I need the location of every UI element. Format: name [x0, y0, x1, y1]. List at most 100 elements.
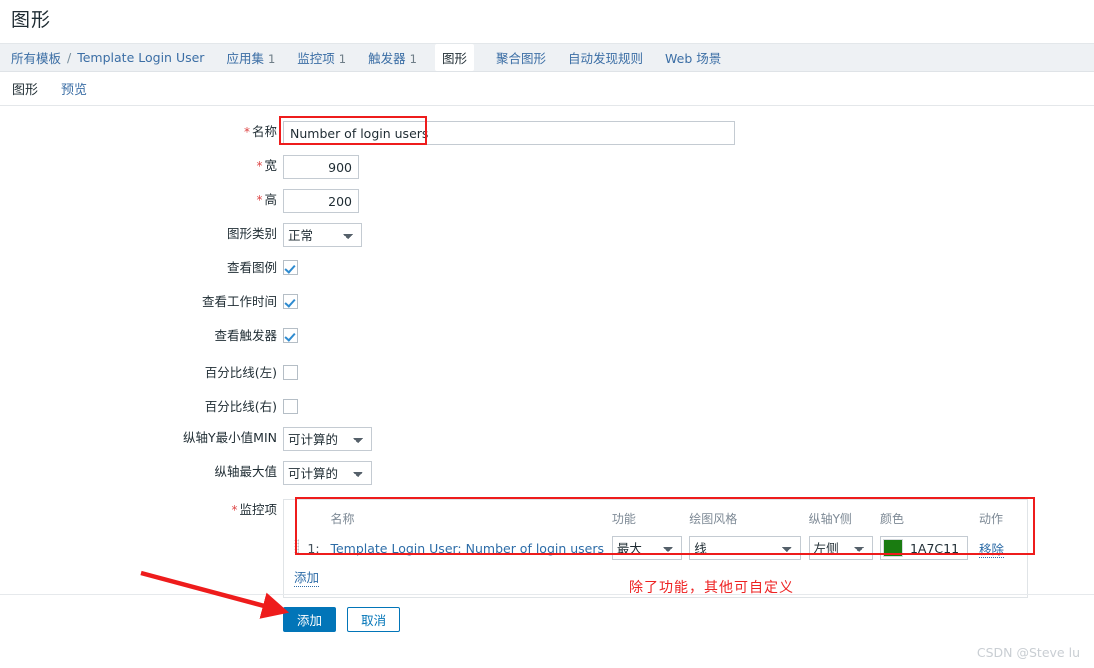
show-legend-checkbox[interactable]	[283, 260, 298, 275]
form-row-y-min: 纵轴Y最小值MIN 可计算的	[0, 427, 1060, 451]
item-name-link[interactable]: Template Login User: Number of login use…	[330, 541, 604, 556]
add-item-link[interactable]: 添加	[294, 567, 320, 587]
control-percentile-right	[283, 396, 298, 414]
form-footer: 添加 取消	[283, 607, 401, 632]
control-show-triggers	[283, 325, 298, 343]
col-draw-style: 绘图风格	[689, 512, 738, 526]
form-row-show-legend: 查看图例	[0, 257, 1060, 279]
nav-item-label: 自动发现规则	[568, 51, 644, 66]
graph-type-select[interactable]: 正常	[283, 223, 362, 247]
annotation-note: 除了功能，其他可自定义	[629, 580, 794, 596]
subtab-bar: 图形 预览	[0, 73, 1094, 109]
breadcrumb-navbar: 所有模板 / Template Login User 应用集 1 监控项 1 触…	[0, 43, 1094, 72]
height-input[interactable]	[283, 189, 359, 213]
col-drag	[294, 508, 307, 535]
page-title: 图形	[11, 9, 52, 31]
form-row-percentile-left: 百分比线(左)	[0, 362, 1060, 384]
nav-item-label: 监控项	[297, 51, 335, 66]
label-y-min: 纵轴Y最小值MIN	[183, 430, 277, 445]
item-y-side-select[interactable]: 左侧	[808, 536, 873, 560]
form-row-height: * 高	[0, 189, 1060, 213]
control-percentile-left	[283, 362, 298, 380]
control-name	[283, 121, 735, 145]
nav-item-label: Web 场景	[665, 51, 722, 66]
nav-item-label: 应用集	[226, 51, 264, 66]
nav-item-items[interactable]: 监控项 1	[297, 48, 346, 67]
nav-item-discovery-rules[interactable]: 自动发现规则	[568, 48, 643, 67]
remove-item-link[interactable]: 移除	[979, 541, 1005, 558]
nav-item-label: 图形	[441, 51, 467, 66]
items-table-body: 1: Template Login User: Number of login …	[294, 535, 1017, 561]
items-table-head: 名称 功能 绘图风格 纵轴Y侧 颜色 动作	[294, 508, 1017, 535]
label-percentile-right: 百分比线(右)	[204, 399, 277, 414]
show-triggers-checkbox[interactable]	[283, 328, 298, 343]
form-row-y-max: 纵轴最大值 可计算的	[0, 461, 1060, 485]
row-color-cell: 1A7C11	[879, 535, 979, 561]
submit-button[interactable]: 添加	[283, 607, 337, 632]
item-draw-style-select[interactable]: 线	[689, 536, 802, 560]
breadcrumb-all-templates[interactable]: 所有模板	[11, 48, 61, 67]
col-y-side: 纵轴Y侧	[808, 512, 852, 526]
form-row-name: * 名称	[0, 121, 1060, 145]
label-show-working-time: 查看工作时间	[201, 294, 277, 309]
label-show-legend: 查看图例	[226, 260, 277, 275]
show-working-time-checkbox[interactable]	[283, 294, 298, 309]
label-width: * 宽	[256, 158, 277, 173]
percentile-right-checkbox[interactable]	[283, 399, 298, 414]
nav-item-screens[interactable]: 聚合图形	[496, 48, 546, 67]
nav-item-triggers[interactable]: 触发器 1	[368, 48, 417, 67]
row-name-cell: Template Login User: Number of login use…	[330, 535, 611, 561]
form-row-width: * 宽	[0, 155, 1060, 179]
control-y-min: 可计算的	[283, 427, 372, 451]
name-input[interactable]	[283, 121, 735, 145]
table-row: 1: Template Login User: Number of login …	[294, 535, 1017, 561]
col-action: 动作	[979, 512, 1004, 526]
label-graph-type: 图形类别	[226, 226, 277, 241]
col-index	[307, 508, 330, 535]
form-row-show-working-time: 查看工作时间	[0, 291, 1060, 313]
nav-item-graphs[interactable]: 图形	[434, 44, 474, 71]
label-name: * 名称	[243, 124, 277, 139]
nav-item-label: 触发器	[368, 51, 406, 66]
control-y-max: 可计算的	[283, 461, 372, 485]
graph-config-page: 图形 所有模板 / Template Login User 应用集 1 监控项 …	[0, 0, 1094, 668]
tab-preview[interactable]: 预览	[61, 79, 87, 106]
row-draw-style-cell: 线	[689, 535, 808, 561]
color-hex-value: 1A7C11	[909, 540, 960, 556]
width-input[interactable]	[283, 155, 359, 179]
row-index: 1:	[307, 540, 320, 556]
drag-handle-icon[interactable]	[294, 538, 300, 556]
nav-item-count: 1	[409, 52, 417, 66]
form-row-graph-type: 图形类别 正常	[0, 223, 1060, 247]
control-graph-type: 正常	[283, 223, 362, 247]
label-items: * 监控项	[231, 502, 277, 517]
label-percentile-left: 百分比线(左)	[204, 365, 277, 380]
nav-item-count: 1	[338, 52, 347, 66]
required-marker: *	[256, 159, 263, 173]
row-drag-handle-cell[interactable]	[294, 535, 307, 561]
row-y-side-cell: 左侧	[808, 535, 880, 561]
row-action-cell: 移除	[979, 535, 1017, 561]
required-marker: *	[243, 125, 250, 139]
color-picker[interactable]: 1A7C11	[879, 536, 969, 560]
control-show-working-time	[283, 291, 298, 309]
cancel-button[interactable]: 取消	[347, 607, 401, 632]
percentile-left-checkbox[interactable]	[283, 365, 298, 380]
y-min-select[interactable]: 可计算的	[283, 427, 372, 451]
control-height	[283, 189, 359, 213]
label-y-max: 纵轴最大值	[214, 464, 277, 479]
label-show-triggers: 查看触发器	[214, 328, 277, 343]
watermark: CSDN @Steve lu	[976, 645, 1080, 660]
breadcrumb-template-name[interactable]: Template Login User	[77, 50, 204, 65]
breadcrumb: 所有模板 / Template Login User 应用集 1 监控项 1 触…	[0, 44, 1094, 71]
nav-item-count: 1	[267, 52, 276, 66]
nav-item-applications[interactable]: 应用集 1	[226, 48, 275, 67]
label-height: * 高	[256, 192, 277, 207]
item-function-select[interactable]: 最大	[611, 536, 682, 560]
control-show-legend	[283, 257, 298, 275]
nav-item-web-scenarios[interactable]: Web 场景	[665, 48, 721, 67]
color-swatch-icon	[882, 539, 903, 557]
items-table: 名称 功能 绘图风格 纵轴Y侧 颜色 动作 1: Template Login …	[294, 508, 1017, 561]
required-marker: *	[231, 503, 238, 517]
y-max-select[interactable]: 可计算的	[283, 461, 372, 485]
